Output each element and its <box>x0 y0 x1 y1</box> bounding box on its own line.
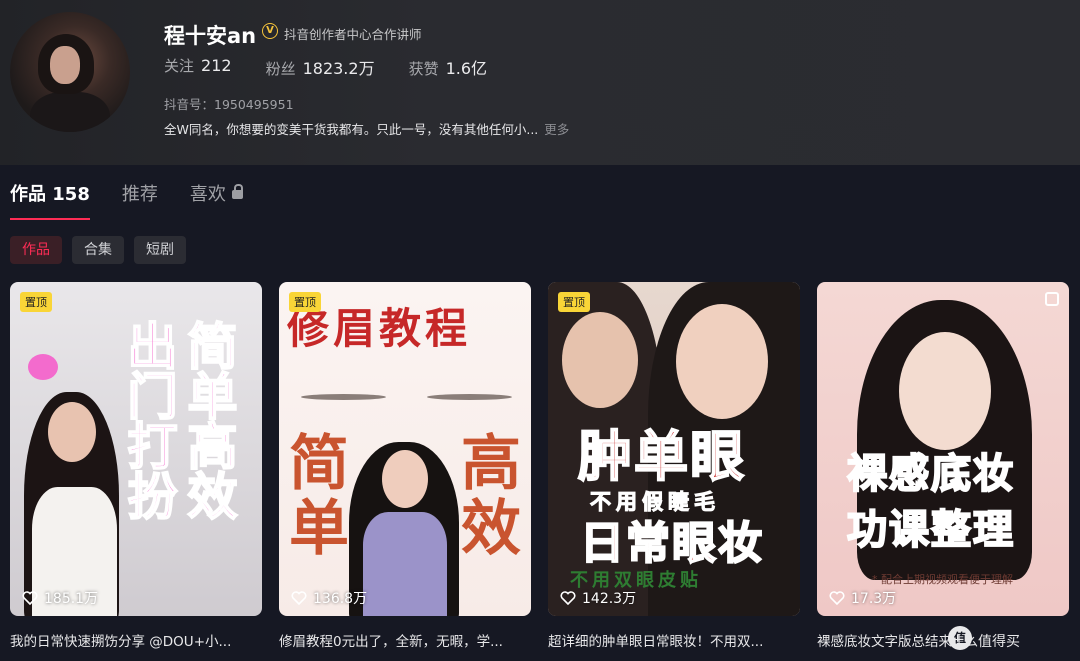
cover-title-left: 出门打扮 <box>127 318 179 526</box>
video-grid: 置顶 出门打扮 简单高效 185.1万 我的日常快速搠饬分享 @DOU+小...… <box>10 282 1069 650</box>
video-card[interactable]: 置顶 修眉教程 简单 高效 136.8万 修眉教程0元出了，全新，无暇，学... <box>279 282 531 650</box>
video-thumbnail[interactable]: 置顶 出门打扮 简单高效 185.1万 <box>10 282 262 616</box>
tab-recommend[interactable]: 推荐 <box>122 180 158 220</box>
like-count: 17.3万 <box>829 588 896 608</box>
heart-icon <box>829 591 845 605</box>
stat-likes: 获赞 1.6亿 <box>408 59 488 78</box>
multi-image-icon <box>1045 292 1059 306</box>
cover-title-right: 简单高效 <box>187 318 239 526</box>
profile-header: 程十安an V 抖音创作者中心合作讲师 关注 212 粉丝 1823.2万 获赞 1.… <box>0 0 1080 165</box>
heart-icon <box>22 591 38 605</box>
profile-stats: 关注 212 粉丝 1823.2万 获赞 1.6亿 <box>164 55 521 79</box>
pinned-badge: 置顶 <box>558 292 590 312</box>
heart-icon <box>291 591 307 605</box>
video-thumbnail[interactable]: 置顶 修眉教程 简单 高效 136.8万 <box>279 282 531 616</box>
stat-following[interactable]: 关注 212 <box>164 55 232 79</box>
video-caption[interactable]: 超详细的肿单眼日常眼妆！不用双... <box>548 630 800 650</box>
douyin-id: 抖音号：1950495951 <box>164 97 294 112</box>
pinned-badge: 置顶 <box>20 292 52 312</box>
chip-short-drama[interactable]: 短剧 <box>134 236 186 264</box>
video-thumbnail[interactable]: 置顶 肿单眼 不用假睫毛 日常眼妆 不用双眼皮贴 142.3万 <box>548 282 800 616</box>
tab-works[interactable]: 作品 158 <box>10 180 90 220</box>
verified-text: 抖音创作者中心合作讲师 <box>284 27 422 42</box>
like-count: 136.8万 <box>291 588 367 608</box>
cover-title-2: 功课整理 <box>846 507 1015 553</box>
profile-tabs: 作品 158 推荐 喜欢 <box>10 180 275 220</box>
bio-text: 全W同名，你想要的变美干货我都有。只此一号，没有其他任何小... <box>164 122 539 137</box>
heart-icon <box>560 591 576 605</box>
like-count: 142.3万 <box>560 588 636 608</box>
bio-more-link[interactable]: 更多 <box>544 122 569 137</box>
video-caption[interactable]: 裸感底妆文字版总结来了！ <box>817 630 1069 650</box>
pinned-badge: 置顶 <box>289 292 321 312</box>
cover-subtitle: 不用假睫毛 <box>590 490 720 514</box>
profile-name: 程十安an <box>164 24 257 48</box>
cover-note: * 配合上期视频观看便于理解 <box>872 573 1013 586</box>
cover-title: 修眉教程 <box>287 304 472 353</box>
cover-title: 裸感底妆 <box>846 451 1015 497</box>
subtab-chips: 作品 合集 短剧 <box>10 236 196 264</box>
tab-liked[interactable]: 喜欢 <box>190 180 243 220</box>
like-count: 185.1万 <box>22 588 98 608</box>
watermark-text: 什么值得买 <box>950 634 1020 650</box>
cover-title-right: 高效 <box>461 429 521 564</box>
chip-collections[interactable]: 合集 <box>72 236 124 264</box>
video-caption[interactable]: 修眉教程0元出了，全新，无暇，学... <box>279 630 531 650</box>
stat-followers[interactable]: 粉丝 1823.2万 <box>266 55 375 79</box>
cover-title-2: 日常眼妆 <box>579 518 764 569</box>
profile-bio: 全W同名，你想要的变美干货我都有。只此一号，没有其他任何小... 更多 <box>164 119 569 138</box>
video-card[interactable]: 置顶 肿单眼 不用假睫毛 日常眼妆 不用双眼皮贴 142.3万 超详细的肿单眼日… <box>548 282 800 650</box>
cover-title: 肿单眼 <box>577 425 746 488</box>
video-card[interactable]: 裸感底妆 功课整理 * 配合上期视频观看便于理解 17.3万 裸感底妆文字版总结… <box>817 282 1069 650</box>
video-card[interactable]: 置顶 出门打扮 简单高效 185.1万 我的日常快速搠饬分享 @DOU+小... <box>10 282 262 650</box>
chip-works[interactable]: 作品 <box>10 236 62 264</box>
cover-title-left: 简单 <box>289 429 349 564</box>
video-thumbnail[interactable]: 裸感底妆 功课整理 * 配合上期视频观看便于理解 17.3万 <box>817 282 1069 616</box>
verified-badge-icon: V <box>262 23 278 39</box>
video-caption[interactable]: 我的日常快速搠饬分享 @DOU+小... <box>10 630 262 650</box>
lock-icon <box>231 184 243 199</box>
avatar[interactable] <box>10 12 130 132</box>
